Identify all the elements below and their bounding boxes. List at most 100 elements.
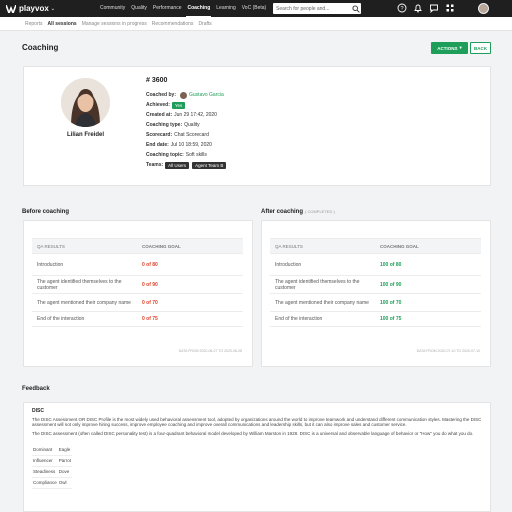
table-row: Compliance Owl — [32, 477, 73, 489]
table-row: Introduction 0 of 80 — [32, 254, 243, 276]
disc-type: Dominant — [32, 444, 58, 456]
criterion-score: 100 of 90 — [380, 281, 402, 288]
end-date-value: Jul 10 18:59, 2020 — [170, 142, 212, 148]
team-badge: All Users — [165, 161, 190, 169]
session-details: # 3600 Coached by: Gustavo Garcia Achiev… — [146, 77, 229, 170]
bell-icon[interactable] — [413, 3, 423, 13]
nav-coaching[interactable]: Coaching — [186, 0, 212, 17]
brand-name: playvox — [19, 4, 49, 13]
criterion-score: 0 of 70 — [142, 299, 158, 306]
coach-name-link[interactable]: Gustavo Garcia — [189, 92, 224, 98]
criterion-score: 100 of 80 — [380, 261, 402, 268]
user-avatar[interactable] — [478, 3, 489, 14]
search-input[interactable] — [276, 5, 350, 12]
disc-animal: Owl — [57, 477, 73, 489]
table-row: The agent identified themselves to the c… — [32, 276, 243, 294]
grid-icon[interactable] — [445, 3, 455, 13]
subnav-all-sessions[interactable]: All sessions — [48, 21, 77, 27]
before-results-table: QA RESULTS COACHING GOAL Introduction 0 … — [32, 238, 243, 327]
criterion-label: End of the interaction — [37, 316, 85, 322]
main-nav: Community Quality Performance Coaching L… — [99, 0, 271, 17]
table-row: Introduction 100 of 80 100 — [270, 254, 481, 276]
feedback-panel: DISC The DISC Assessment OR DISC Profile… — [23, 402, 491, 512]
table-row: The agent mentioned their company name 1… — [270, 294, 481, 312]
type-value: Quality — [184, 122, 200, 128]
after-coaching-label: After coaching — [261, 209, 304, 215]
disc-animal: Parrot — [57, 455, 73, 467]
criterion-score: 0 of 75 — [142, 316, 158, 322]
criterion-label: Introduction — [37, 261, 64, 268]
coaching-goal-header: COACHING GOAL — [142, 243, 181, 249]
table-row: The agent mentioned their company name 0… — [32, 294, 243, 312]
teams-row: Teams: All Users Agent Team B — [146, 160, 229, 170]
subnav-recommendations[interactable]: Recommendations — [152, 21, 194, 27]
created-value: Jun 29 17:42, 2020 — [174, 112, 217, 118]
chevron-down-icon: ▾ — [459, 45, 462, 50]
data-range-note: DATA FROM 2020-07-10 TO 2020-07-10 — [416, 349, 480, 353]
scorecard-label: Scorecard: — [146, 132, 173, 138]
end-date-row: End date: Jul 10 18:59, 2020 — [146, 140, 229, 150]
scorecard-row: Scorecard: Chat Scorecard — [146, 130, 229, 140]
before-coaching-label: Before coaching — [22, 209, 70, 215]
top-icons: ? — [397, 3, 461, 13]
qa-results-header: QA RESULTS — [37, 243, 65, 249]
coached-by-row: Coached by: Gustavo Garcia — [146, 90, 229, 100]
sub-nav: Reports All sessions Manage sessions in … — [0, 17, 512, 31]
nav-quality[interactable]: Quality — [130, 0, 148, 17]
subnav-drafts[interactable]: Drafts — [198, 21, 211, 27]
topic-row: Coaching topic: Soft skills — [146, 150, 229, 160]
criterion-label: End of the interaction — [275, 316, 323, 322]
criterion-label: The agent mentioned their company name — [275, 299, 369, 306]
end-date-label: End date: — [146, 142, 169, 148]
after-coaching-status: ( COMPLETED ) — [305, 209, 335, 214]
after-coaching-title: After coaching( COMPLETED ) — [261, 209, 335, 215]
brand-logo[interactable]: playvox ⌄ — [6, 4, 55, 13]
nav-community[interactable]: Community — [99, 0, 126, 17]
topic-label: Coaching topic: — [146, 152, 184, 158]
before-coaching-panel: QA RESULTS COACHING GOAL Introduction 0 … — [23, 220, 253, 367]
actions-button[interactable]: ACTIONS ▾ — [431, 42, 468, 54]
back-button[interactable]: BACK — [470, 42, 491, 54]
help-icon[interactable]: ? — [397, 3, 407, 13]
subnav-reports[interactable]: Reports — [25, 21, 43, 27]
subnav-manage-sessions[interactable]: Manage sessions in progress — [82, 21, 147, 27]
topic-value: Soft skills — [185, 152, 207, 158]
table-row: The agent identified themselves to the c… — [270, 276, 481, 294]
achieved-label: Achieved: — [146, 102, 170, 108]
table-row: Steadiness Dove — [32, 466, 73, 478]
coaching-profile-card: Lilian Freidel # 3600 Coached by: Gustav… — [23, 66, 491, 186]
criterion-score: 0 of 90 — [142, 281, 158, 288]
disc-type: Steadiness — [32, 466, 58, 478]
chat-icon[interactable] — [429, 3, 439, 13]
feedback-content: DISC The DISC Assessment OR DISC Profile… — [32, 408, 484, 489]
feedback-paragraph: The DISC assessment (often called DISC p… — [32, 430, 474, 436]
criterion-label: The agent identified themselves to the c… — [37, 278, 122, 291]
playvox-logo-icon — [6, 4, 16, 13]
table-row: Dominant Eagle — [32, 444, 73, 456]
top-navbar: playvox ⌄ Community Quality Performance … — [0, 0, 512, 17]
coach-avatar — [180, 91, 188, 99]
criterion-score: 100 of 70 — [380, 299, 402, 306]
agent-photo-image — [61, 78, 110, 127]
table-header: QA RESULTS COACHING GOAL — [270, 238, 481, 254]
search-icon[interactable] — [352, 4, 360, 13]
page-title: Coaching — [22, 43, 59, 52]
chevron-down-icon: ⌄ — [50, 5, 55, 12]
coached-by-label: Coached by: — [146, 92, 177, 98]
criterion-score: 0 of 80 — [142, 261, 158, 268]
disc-type: Influencer — [32, 455, 58, 467]
nav-voc[interactable]: VoC (Beta) — [241, 0, 267, 17]
nav-performance[interactable]: Performance — [152, 0, 183, 17]
criterion-label: The agent mentioned their company name — [37, 299, 131, 306]
actions-label: ACTIONS — [437, 45, 458, 51]
created-row: Created at: Jun 29 17:42, 2020 — [146, 110, 229, 120]
session-id: # 3600 — [146, 77, 168, 84]
nav-learning[interactable]: Learning — [215, 0, 236, 17]
svg-text:?: ? — [400, 6, 403, 12]
feedback-heading: DISC — [32, 408, 44, 414]
achieved-row: Achieved: Yes — [146, 100, 229, 110]
type-row: Coaching type: Quality — [146, 120, 229, 130]
agent-name: Lilian Freidel — [66, 132, 104, 138]
disc-animal: Eagle — [57, 444, 73, 456]
agent-photo — [61, 78, 110, 127]
